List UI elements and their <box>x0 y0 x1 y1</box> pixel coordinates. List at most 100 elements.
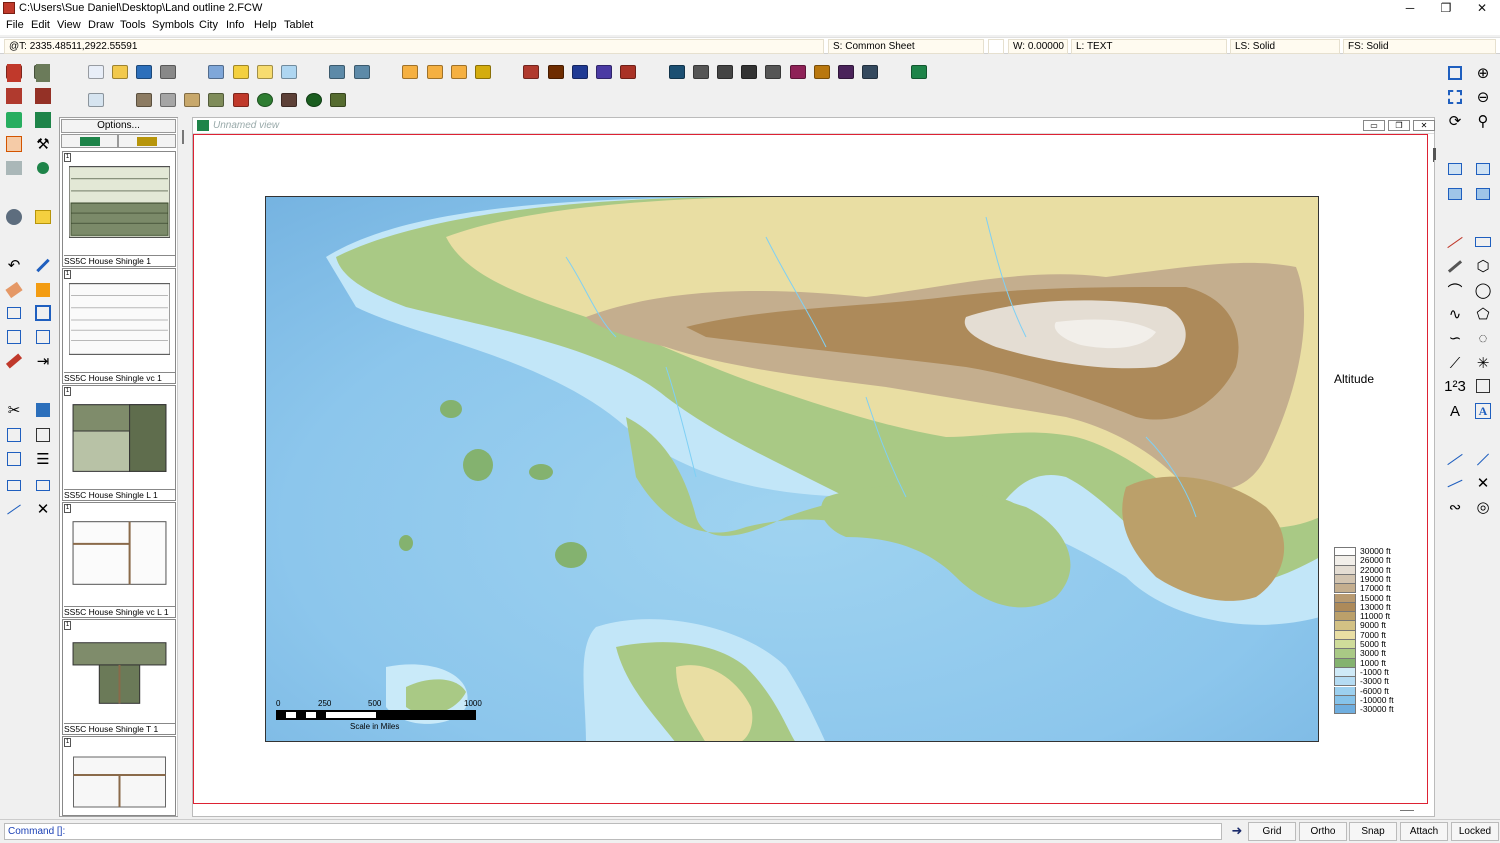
merge-icon[interactable] <box>1472 158 1494 180</box>
minimize-button[interactable]: ─ <box>1392 0 1428 17</box>
undo-icon[interactable]: ↶ <box>3 254 25 276</box>
mirror-icon[interactable] <box>32 326 54 348</box>
snap-curve-icon[interactable]: ∾ <box>1444 496 1466 518</box>
curve-icon[interactable]: ∿ <box>1444 303 1466 325</box>
zoom-out-icon[interactable]: ⊖ <box>1472 86 1494 108</box>
zoom-search-icon[interactable]: ⚲ <box>1472 110 1494 132</box>
panel-splitter[interactable] <box>182 130 184 144</box>
bush-tool-icon[interactable] <box>304 90 324 110</box>
folder-icon[interactable] <box>473 62 493 82</box>
zoom-window-icon[interactable] <box>1444 62 1466 84</box>
open-folder-icon[interactable] <box>110 62 130 82</box>
wall-tool-icon[interactable] <box>134 90 154 110</box>
width-selector[interactable]: W: 0.00000 <box>1008 39 1068 54</box>
close-button[interactable]: ✕ <box>1464 0 1500 17</box>
trim-icon[interactable]: ✂ <box>3 399 25 421</box>
numbering-icon[interactable]: 1²3 <box>1444 375 1466 397</box>
text-style-icon[interactable] <box>32 399 54 421</box>
text-box-icon[interactable]: A <box>1472 400 1494 422</box>
snap-angle-icon[interactable] <box>1444 472 1466 494</box>
bridge-tool-icon[interactable] <box>328 90 348 110</box>
view-restore-button[interactable]: ❐ <box>1388 120 1410 131</box>
star-icon[interactable]: ✳ <box>1472 352 1494 374</box>
horizontal-scroll-marker[interactable] <box>1400 810 1414 811</box>
menu-tablet[interactable]: Tablet <box>284 19 313 31</box>
menu-draw[interactable]: Draw <box>88 19 114 31</box>
line-select-icon[interactable] <box>3 498 25 520</box>
pentagon-icon[interactable]: ⬠ <box>1472 303 1494 325</box>
menu-city[interactable]: City <box>199 19 218 31</box>
menu-edit[interactable]: Edit <box>31 19 50 31</box>
folders-icon[interactable] <box>32 206 54 228</box>
symbol-cat-5-icon[interactable] <box>618 62 638 82</box>
catalog-item[interactable]: 1 SS5C House Shingle T 1 <box>62 619 176 735</box>
move-icon[interactable] <box>3 302 25 324</box>
symbol-cat-1-icon[interactable] <box>521 62 541 82</box>
freehand-icon[interactable] <box>1444 255 1466 277</box>
tree-tool-icon[interactable] <box>255 90 275 110</box>
import-icon[interactable] <box>327 62 347 82</box>
main-menu-icon[interactable] <box>3 62 25 84</box>
smooth-poly-icon[interactable]: ◌ <box>1472 327 1494 349</box>
map-canvas[interactable]: 0 250 500 1000 Scale in Miles <box>265 196 1319 742</box>
vertical-scroll-marker[interactable] <box>1434 148 1436 160</box>
frame-select-icon[interactable] <box>32 474 54 496</box>
command-input[interactable]: Command []: <box>4 823 1222 840</box>
catalog-new-button[interactable] <box>61 134 118 148</box>
catalog-options-button[interactable]: Options... <box>61 119 176 133</box>
line-style-selector[interactable]: LS: Solid <box>1230 39 1340 54</box>
layer-one-icon[interactable] <box>909 62 929 82</box>
cursor-tool-icon[interactable] <box>86 90 106 110</box>
paste-layer-icon[interactable] <box>1444 183 1466 205</box>
list-icon[interactable] <box>255 62 275 82</box>
view-minimize-button[interactable]: ▭ <box>1363 120 1385 131</box>
locked-toggle[interactable]: Locked <box>1451 822 1499 841</box>
zoom-extents-icon[interactable] <box>1444 86 1466 108</box>
arc-icon[interactable]: ⌒ <box>1444 279 1466 301</box>
rug-tool-icon[interactable] <box>206 90 226 110</box>
color-swatch[interactable] <box>988 39 1004 54</box>
catalog-item[interactable]: 1 <box>62 736 176 816</box>
symbol-cat-11-icon[interactable] <box>788 62 808 82</box>
sort-icon[interactable] <box>32 109 54 131</box>
eraser-icon[interactable] <box>3 279 25 301</box>
extend-icon[interactable] <box>3 424 25 446</box>
menu-tools[interactable]: Tools <box>120 19 146 31</box>
tools-icon[interactable]: ⚒ <box>32 133 54 155</box>
align-icon[interactable]: ☰ <box>32 448 54 470</box>
menu-symbols[interactable]: Symbols <box>152 19 194 31</box>
polyline-icon[interactable]: ⟋ <box>1444 352 1466 374</box>
array-icon[interactable] <box>32 302 54 324</box>
symbol-cat-6-icon[interactable] <box>667 62 687 82</box>
line-icon[interactable] <box>1444 231 1466 253</box>
catalog-open-button[interactable] <box>118 134 176 148</box>
scale-icon[interactable] <box>32 424 54 446</box>
new-file-icon[interactable] <box>86 62 106 82</box>
layer-selector[interactable]: L: TEXT <box>1071 39 1227 54</box>
catalog-item[interactable]: 1 SS5C House Shingle L 1 <box>62 385 176 501</box>
pushpin-icon[interactable] <box>32 157 54 179</box>
snap-toggle[interactable]: Snap <box>1349 822 1397 841</box>
text-icon[interactable]: A <box>1444 400 1466 422</box>
menu-info[interactable]: Info <box>226 19 244 31</box>
table-tool-icon[interactable] <box>182 90 202 110</box>
symbol-cat-12-icon[interactable] <box>812 62 832 82</box>
fill-icon[interactable] <box>32 279 54 301</box>
symbol-cat-3-icon[interactable] <box>570 62 590 82</box>
book-left-icon[interactable] <box>425 62 445 82</box>
sheet-selector[interactable]: S: Common Sheet <box>828 39 984 54</box>
split-icon[interactable] <box>1472 183 1494 205</box>
save-icon[interactable] <box>134 62 154 82</box>
catalog-item[interactable]: 1 SS5C House Shingle 1 <box>62 151 176 267</box>
offset-icon[interactable] <box>3 448 25 470</box>
book-icon[interactable] <box>400 62 420 82</box>
find-icon[interactable] <box>3 206 25 228</box>
view-close-button[interactable]: ✕ <box>1413 120 1435 131</box>
menu-file[interactable]: File <box>6 19 24 31</box>
snap-tangent-icon[interactable] <box>1472 448 1494 470</box>
bezier-icon[interactable]: ∽ <box>1444 327 1466 349</box>
symbol-manager-icon[interactable] <box>32 85 54 107</box>
symbol-cat-14-icon[interactable] <box>860 62 880 82</box>
catalog-item[interactable]: 1 SS5C House Shingle vc L 1 <box>62 502 176 618</box>
app-icon[interactable] <box>3 2 15 14</box>
